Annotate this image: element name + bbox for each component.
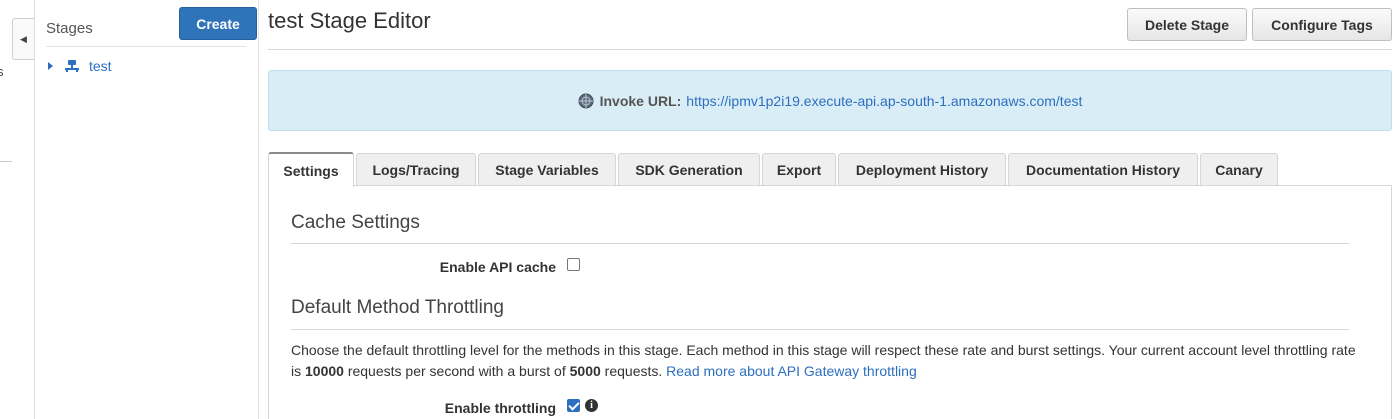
section-divider [291,329,1349,330]
tab-sdk-generation[interactable]: SDK Generation [618,153,760,186]
globe-icon [578,93,594,109]
stage-tree-label[interactable]: test [89,58,112,74]
collapse-nav-button[interactable]: ◀ [12,18,34,60]
info-icon[interactable]: i [585,399,598,412]
throttling-title: Default Method Throttling [291,297,504,318]
stage-tabs: Settings Logs/Tracing Stage Variables SD… [268,152,1392,187]
stages-header: Stages Create [46,0,257,47]
api-gateway-stage-editor: ◀ s Stages Create test test Stage Editor… [0,0,1400,419]
tab-deployment-history[interactable]: Deployment History [838,153,1006,186]
page-title: test Stage Editor [268,8,431,33]
nav-text-fragment: s [0,64,4,79]
throttling-desc-text: requests per second with a burst of [343,363,570,379]
create-stage-button[interactable]: Create [179,7,257,40]
configure-tags-button[interactable]: Configure Tags [1252,8,1392,41]
nav-divider [0,161,12,162]
stage-tree-item-test[interactable]: test [48,56,112,76]
tab-documentation-history[interactable]: Documentation History [1008,153,1198,186]
tab-stage-variables[interactable]: Stage Variables [478,153,616,186]
settings-panel: Cache Settings Enable API cache Default … [268,185,1392,419]
title-divider [268,49,1392,50]
enable-api-cache-checkbox[interactable] [567,258,580,271]
tab-logs-tracing[interactable]: Logs/Tracing [356,153,476,186]
invoke-url-label: Invoke URL: [599,92,682,109]
stage-editor-main: test Stage Editor Delete Stage Configure… [268,0,1400,419]
throttling-description: Choose the default throttling level for … [291,340,1361,382]
read-more-throttling-link[interactable]: Read more about API Gateway throttling [666,363,917,379]
throttling-rate-value: 10000 [305,363,344,379]
invoke-url-link[interactable]: https://ipmv1p2i19.execute-api.ap-south-… [686,93,1082,109]
cache-settings-title: Cache Settings [291,212,420,233]
stage-icon [65,60,79,72]
tab-settings[interactable]: Settings [268,152,354,187]
delete-stage-button[interactable]: Delete Stage [1127,8,1247,41]
enable-throttling-checkbox[interactable] [567,399,580,412]
stages-title: Stages [46,20,93,37]
section-divider [291,243,1349,244]
chevron-left-icon: ◀ [20,33,27,44]
enable-throttling-label: Enable throttling [444,400,556,416]
tab-canary[interactable]: Canary [1200,153,1278,186]
expand-caret-icon[interactable] [48,62,53,70]
stages-panel: Stages Create test [35,0,259,419]
throttling-burst-value: 5000 [569,363,601,379]
enable-api-cache-label: Enable API cache [439,259,556,275]
throttling-desc-text: requests. [600,363,667,379]
left-nav-collapsed: ◀ s [0,0,35,419]
invoke-url-banner: Invoke URL: https://ipmv1p2i19.execute-a… [268,70,1392,131]
tab-export[interactable]: Export [762,153,836,186]
